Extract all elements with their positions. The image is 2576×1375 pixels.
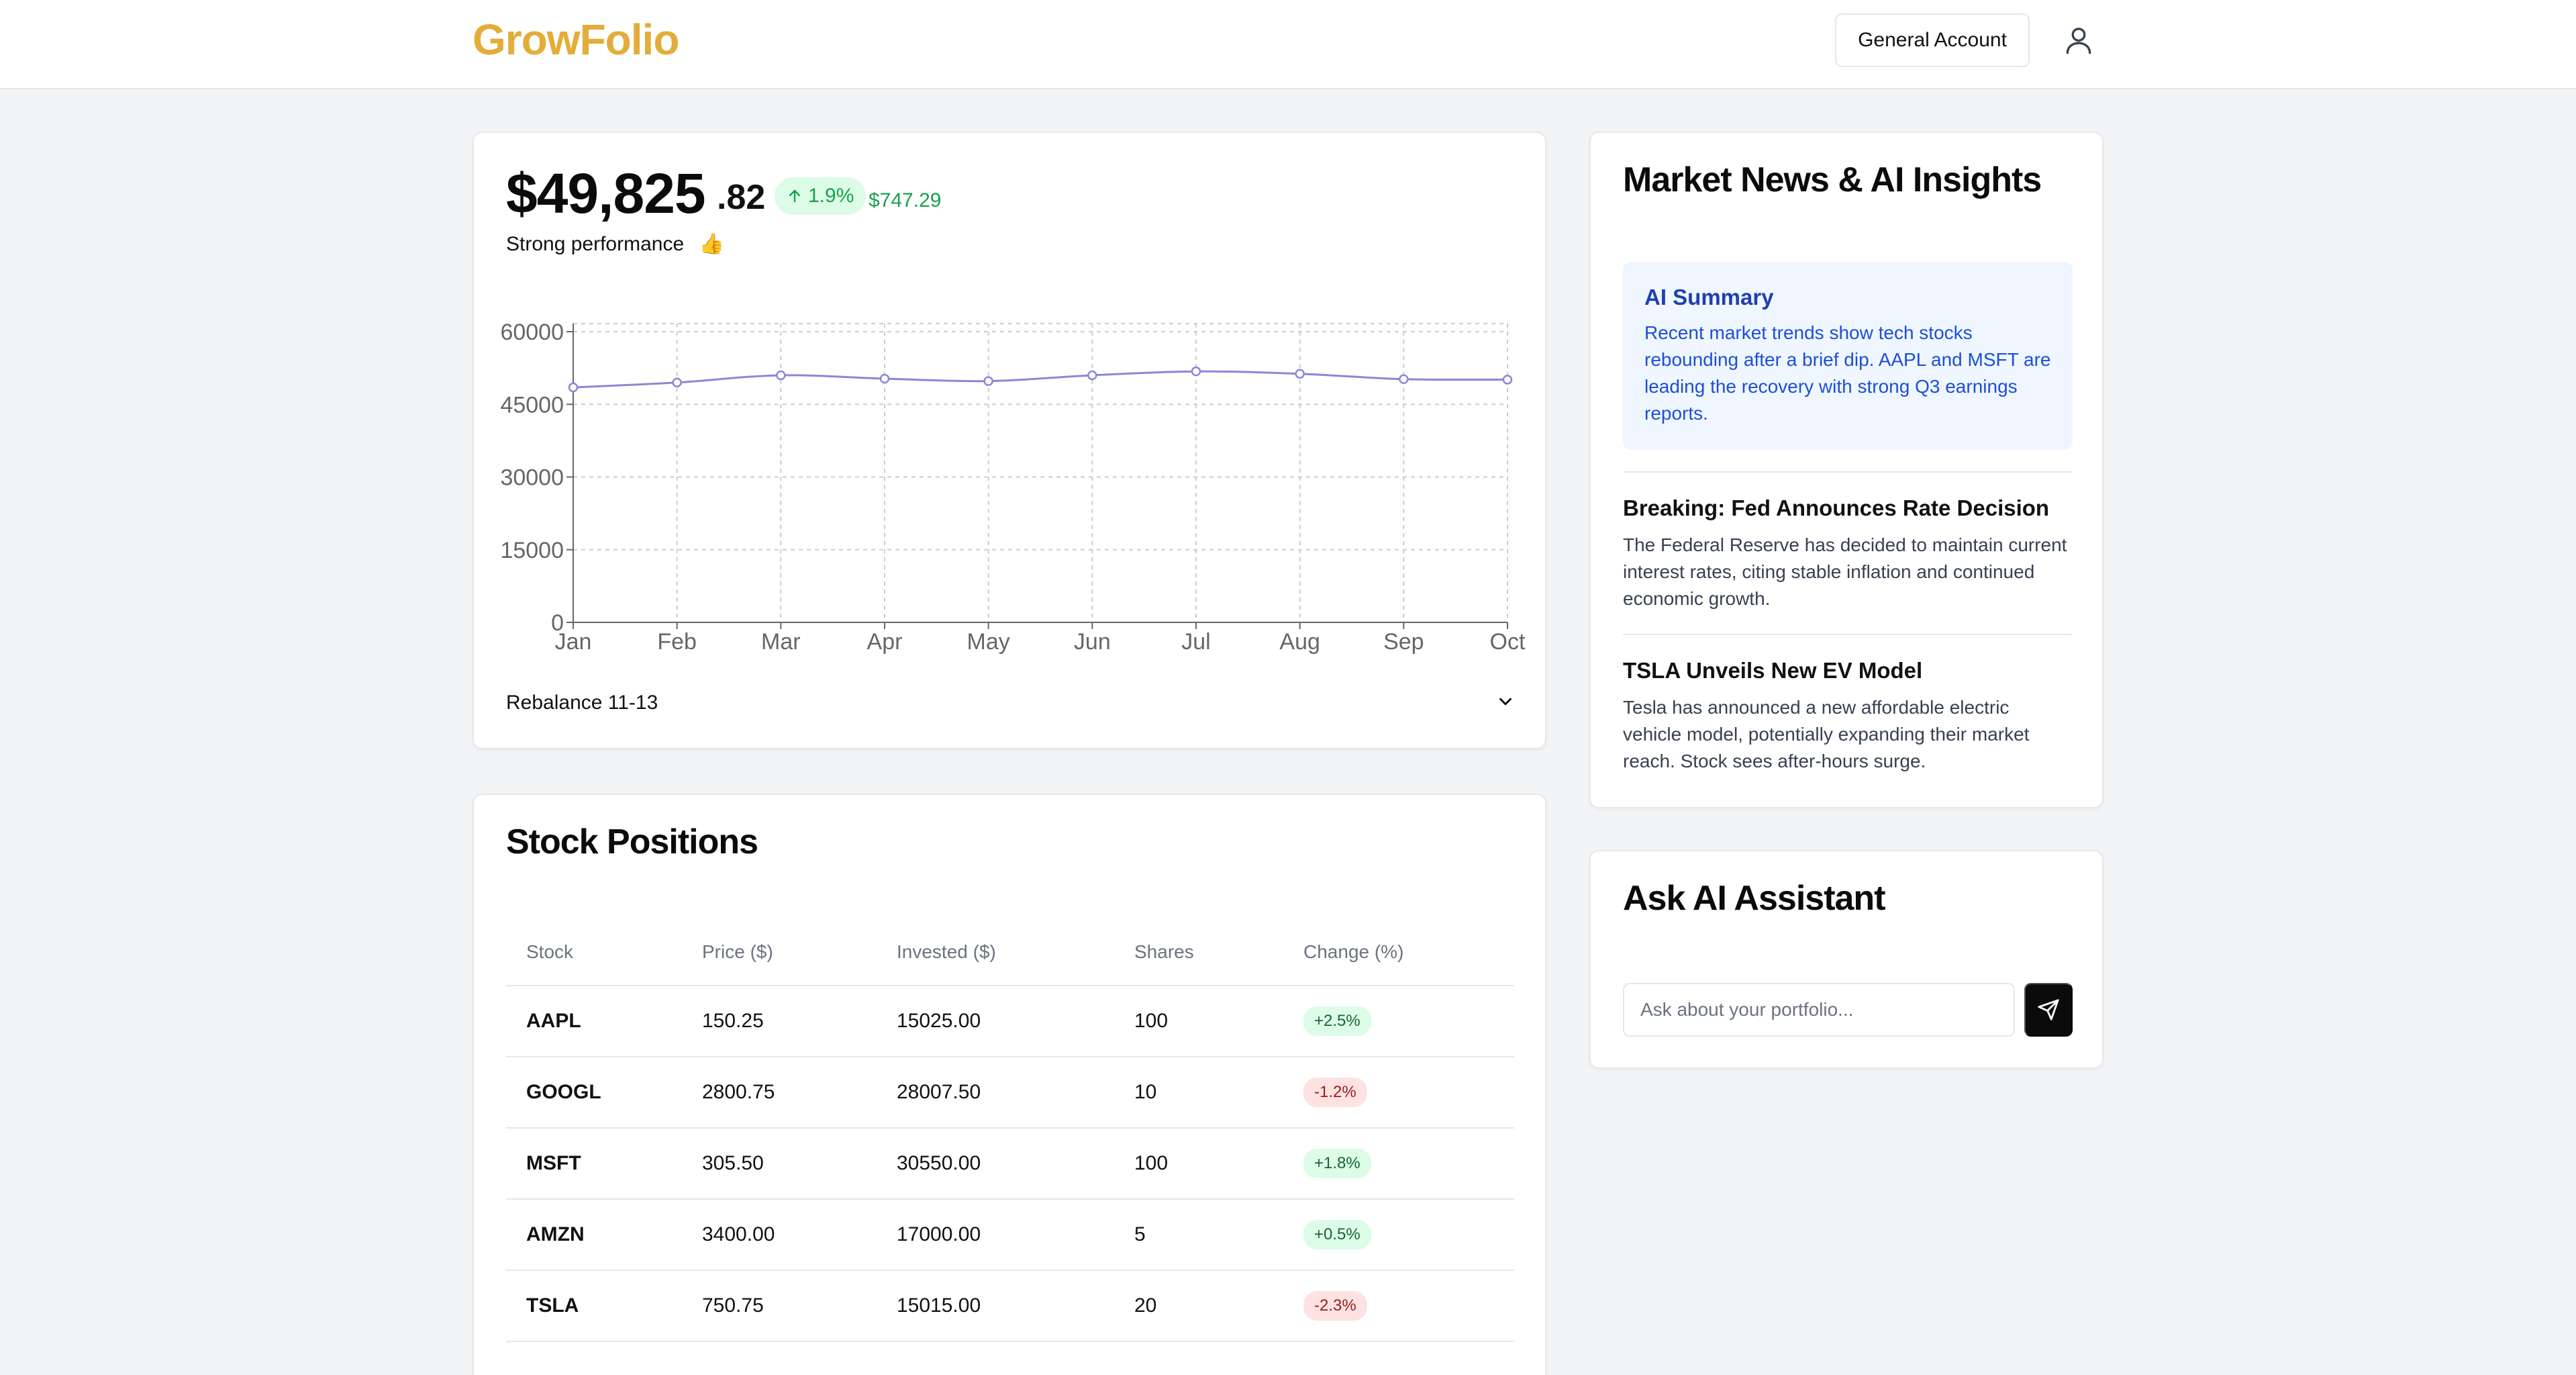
app-logo[interactable]: GrowFolio xyxy=(473,15,679,64)
stock-invested: 15025.00 xyxy=(877,986,1114,1057)
data-point xyxy=(1399,374,1409,384)
news-body: The Federal Reserve has decided to maint… xyxy=(1623,534,2067,609)
y-tick-label: 45000 xyxy=(500,392,564,418)
stock-price: 150.25 xyxy=(682,986,877,1057)
user-icon[interactable] xyxy=(2062,23,2095,58)
y-tick-label: 60000 xyxy=(500,320,564,345)
x-tick-label: May xyxy=(967,629,1010,655)
column-header-shares: Shares xyxy=(1114,918,1283,986)
data-point xyxy=(1295,369,1305,379)
x-tick-label: Jan xyxy=(555,629,592,655)
x-tick-label: Aug xyxy=(1279,629,1320,655)
stock-shares: 100 xyxy=(1114,1128,1283,1200)
x-tick-label: Oct xyxy=(1490,629,1526,655)
stock-symbol: AMZN xyxy=(506,1199,682,1271)
table-header-row: Stock Price ($) Invested ($) Shares Chan… xyxy=(506,918,1514,986)
x-tick-label: Sep xyxy=(1383,629,1424,655)
change-badge: -2.3% xyxy=(1303,1291,1367,1321)
change-badge: -1.2% xyxy=(1303,1078,1367,1107)
send-button[interactable] xyxy=(2024,983,2073,1037)
stock-invested: 15015.00 xyxy=(877,1270,1114,1342)
ai-assistant-card: Ask AI Assistant xyxy=(1589,850,2103,1069)
data-point xyxy=(776,370,786,381)
portfolio-card: $49,825 .82 1.9% $747.29 Strong performa… xyxy=(473,132,1546,749)
stock-invested: 17000.00 xyxy=(877,1199,1114,1271)
change-percent: 1.9% xyxy=(808,185,854,207)
divider xyxy=(1623,471,2073,473)
data-point xyxy=(1087,370,1097,381)
news-body: Tesla has announced a new affordable ele… xyxy=(1623,697,2030,771)
performance-label: Strong performance 👍 xyxy=(506,232,724,256)
column-header-change: Change (%) xyxy=(1283,918,1514,986)
stock-symbol: TSLA xyxy=(506,1270,682,1342)
rebalance-dropdown[interactable]: Rebalance 11-13 xyxy=(506,692,658,714)
data-point xyxy=(1191,366,1201,377)
ai-summary-box: AI Summary Recent market trends show tec… xyxy=(1623,262,2073,450)
stock-positions-card: Stock Positions Stock Price ($) Invested… xyxy=(473,794,1546,1375)
stock-symbol: AAPL xyxy=(506,986,682,1057)
x-tick-label: Apr xyxy=(867,629,903,655)
market-news-title: Market News & AI Insights xyxy=(1623,160,2042,199)
data-point xyxy=(983,376,993,386)
column-header-invested: Invested ($) xyxy=(877,918,1114,986)
column-header-price: Price ($) xyxy=(682,918,877,986)
data-point xyxy=(879,373,890,384)
stock-price: 305.50 xyxy=(682,1128,877,1200)
news-item[interactable]: Breaking: Fed Announces Rate Decision Th… xyxy=(1623,495,2073,612)
table-row[interactable]: TSLA 750.75 15015.00 20 -2.3% xyxy=(506,1270,1514,1342)
y-tick-label: 15000 xyxy=(500,538,564,563)
table-row[interactable]: AAPL 150.25 15025.00 100 +2.5% xyxy=(506,986,1514,1057)
news-headline: Breaking: Fed Announces Rate Decision xyxy=(1623,495,2050,520)
table-row[interactable]: AMZN 3400.00 17000.00 5 +0.5% xyxy=(506,1199,1514,1271)
send-icon xyxy=(2038,999,2059,1021)
stock-price: 3400.00 xyxy=(682,1199,877,1271)
stock-positions-table: Stock Price ($) Invested ($) Shares Chan… xyxy=(506,918,1514,1342)
change-badge: +1.8% xyxy=(1303,1149,1371,1178)
ask-ai-input[interactable] xyxy=(1623,983,2015,1037)
stock-invested: 30550.00 xyxy=(877,1128,1114,1200)
portfolio-chart: 015000300004500060000Jan Feb Mar Apr May Jun J… xyxy=(500,320,1526,655)
chevron-down-icon[interactable] xyxy=(1495,692,1516,712)
series-line xyxy=(573,370,1508,389)
balance-value: $49,825 xyxy=(506,162,706,225)
stock-shares: 5 xyxy=(1114,1199,1283,1271)
y-tick-label: 30000 xyxy=(500,465,564,491)
stock-positions-title: Stock Positions xyxy=(506,822,758,861)
market-news-card: Market News & AI Insights AI Summary Rec… xyxy=(1589,132,2103,808)
x-tick-label: Jun xyxy=(1074,629,1111,655)
top-header: GrowFolio General Account xyxy=(0,0,2576,89)
change-badge: +2.5% xyxy=(1303,1006,1371,1036)
stock-price: 750.75 xyxy=(682,1270,877,1342)
account-selector-button[interactable]: General Account xyxy=(1835,13,2030,67)
performance-text: Strong performance xyxy=(506,233,685,255)
data-point xyxy=(568,382,579,393)
arrow-up-icon xyxy=(789,189,801,203)
table-row[interactable]: MSFT 305.50 30550.00 100 +1.8% xyxy=(506,1128,1514,1200)
thumbs-up-icon: 👍 xyxy=(699,233,724,255)
stock-shares: 100 xyxy=(1114,986,1283,1057)
data-point xyxy=(1502,375,1513,385)
data-point xyxy=(672,377,682,388)
change-badge: +0.5% xyxy=(1303,1220,1371,1249)
x-tick-label: Jul xyxy=(1181,629,1210,655)
stock-symbol: GOOGL xyxy=(506,1057,682,1129)
change-amount: $747.29 xyxy=(869,189,942,211)
news-headline: TSLA Unveils New EV Model xyxy=(1623,658,1923,683)
stock-invested: 28007.50 xyxy=(877,1057,1114,1129)
balance-cents: .82 xyxy=(717,178,766,217)
x-tick-label: Mar xyxy=(761,629,801,655)
stock-shares: 10 xyxy=(1114,1057,1283,1129)
ai-assistant-title: Ask AI Assistant xyxy=(1623,879,1886,918)
change-percent-badge: 1.9% xyxy=(775,177,866,215)
stock-shares: 20 xyxy=(1114,1270,1283,1342)
divider xyxy=(1623,634,2073,635)
stock-symbol: MSFT xyxy=(506,1128,682,1200)
ai-summary-title: AI Summary xyxy=(1644,285,1774,310)
stock-price: 2800.75 xyxy=(682,1057,877,1129)
ai-summary-text: Recent market trends show tech stocks re… xyxy=(1644,322,2051,424)
table-row[interactable]: GOOGL 2800.75 28007.50 10 -1.2% xyxy=(506,1057,1514,1129)
x-tick-label: Feb xyxy=(657,629,697,655)
news-item[interactable]: TSLA Unveils New EV Model Tesla has anno… xyxy=(1623,658,2073,775)
column-header-stock: Stock xyxy=(506,918,682,986)
